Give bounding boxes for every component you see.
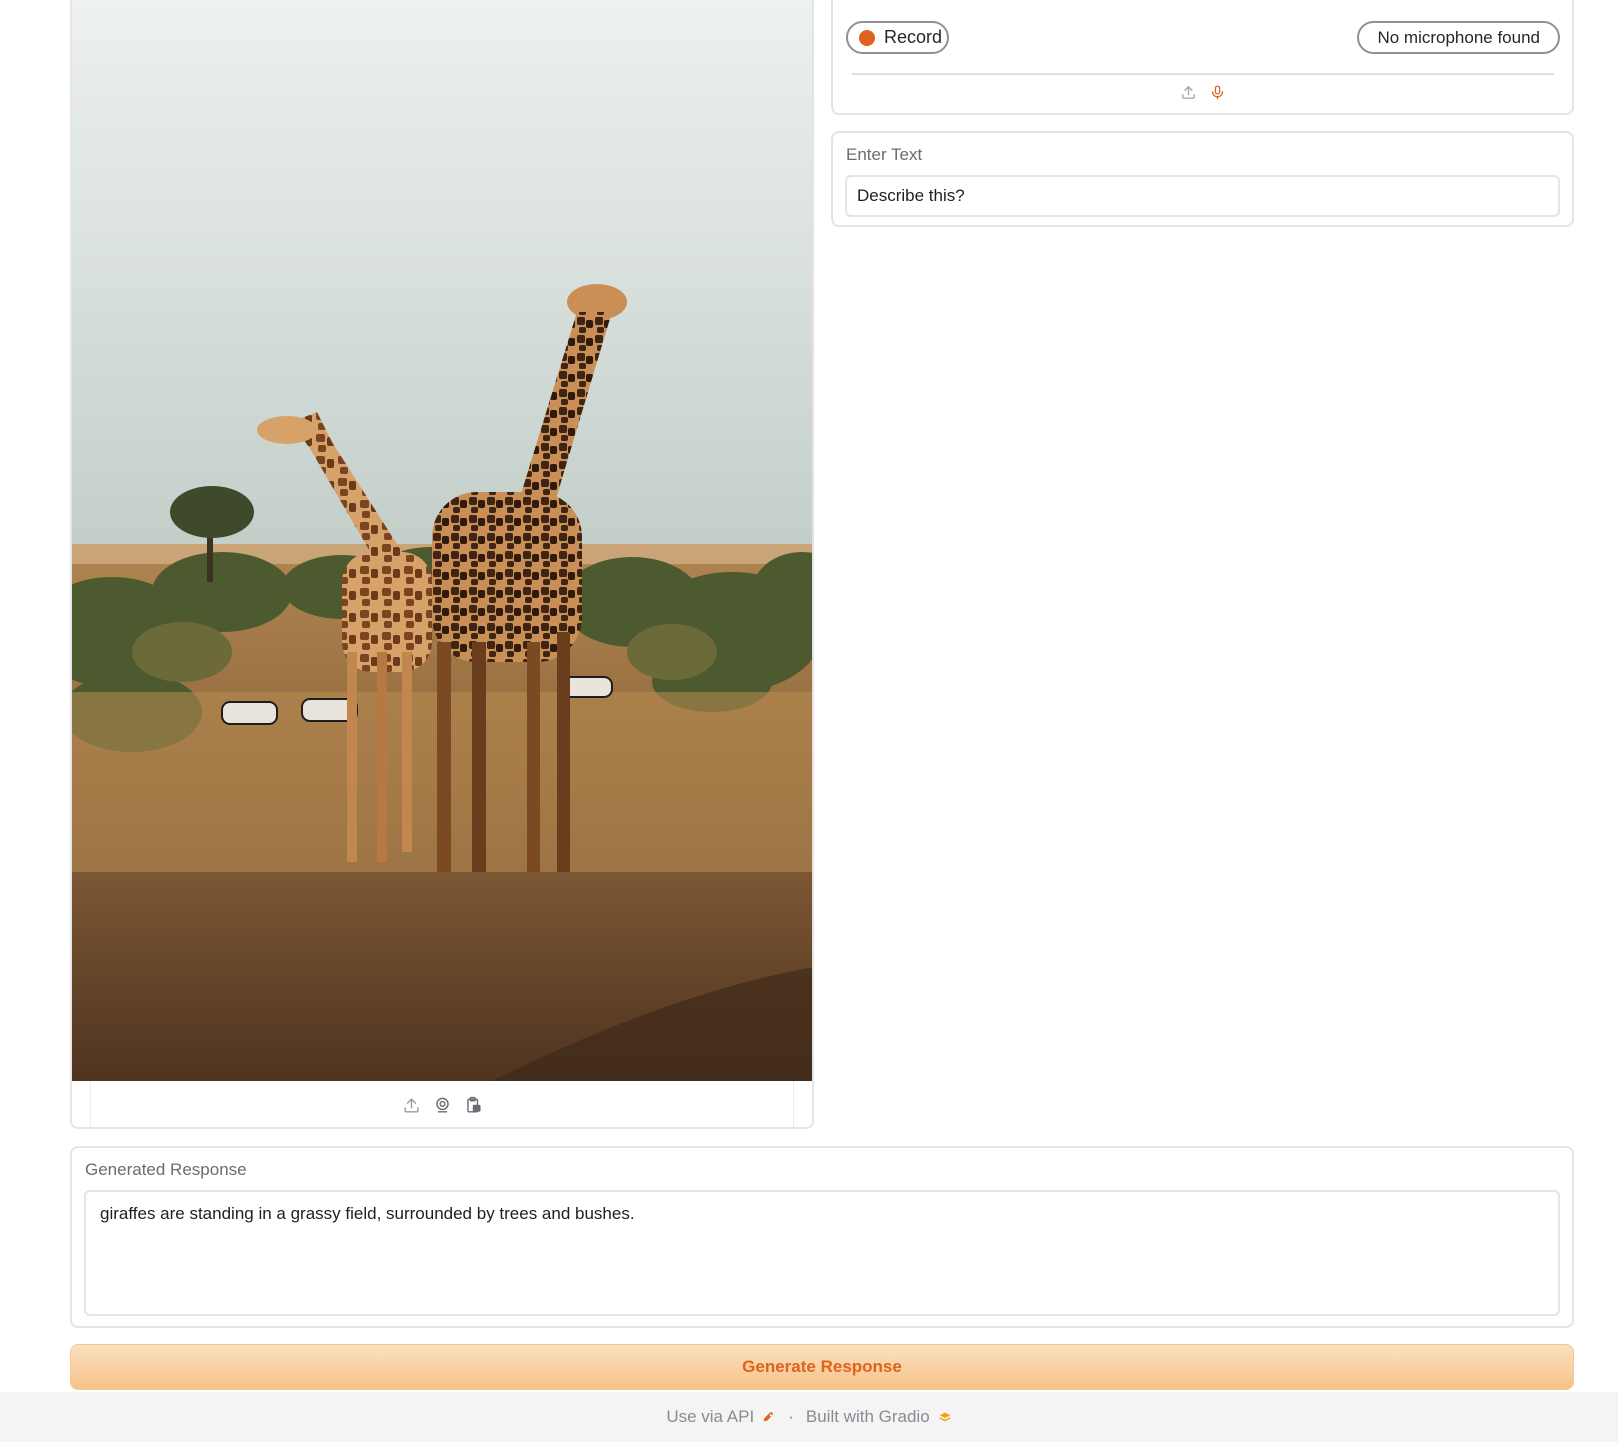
- built-with-gradio-label: Built with Gradio: [805, 1407, 930, 1426]
- record-label: Record: [884, 27, 943, 47]
- text-input[interactable]: [845, 175, 1560, 217]
- image-source-toolbar: [90, 1081, 794, 1127]
- upload-icon[interactable]: [402, 1096, 421, 1115]
- rocket-icon: [762, 1410, 776, 1424]
- webcam-icon[interactable]: [433, 1096, 452, 1115]
- upload-icon[interactable]: [1179, 83, 1198, 102]
- microphone-icon[interactable]: [1208, 83, 1227, 102]
- use-via-api-link[interactable]: Use via API: [666, 1407, 776, 1427]
- giraffe-photo[interactable]: [72, 0, 812, 1081]
- response-label: Generated Response: [85, 1160, 247, 1179]
- microphone-select-label: No microphone found: [1377, 27, 1540, 47]
- footer: Use via API · Built with Gradio: [0, 1392, 1618, 1442]
- record-dot-icon: [859, 29, 875, 46]
- built-with-gradio-link[interactable]: Built with Gradio: [806, 1407, 952, 1427]
- audio-divider: [852, 73, 1554, 75]
- clipboard-icon[interactable]: [464, 1096, 483, 1115]
- audio-source-toolbar: [833, 81, 1572, 103]
- microphone-select[interactable]: No microphone found: [1357, 21, 1560, 54]
- generate-response-button[interactable]: Generate Response: [70, 1344, 1574, 1390]
- generate-response-label: Generate Response: [742, 1357, 902, 1376]
- image-input-panel: [70, 0, 814, 1129]
- audio-input-panel: Record No microphone found: [831, 0, 1574, 115]
- response-panel: Generated Response giraffes are standing…: [70, 1146, 1574, 1328]
- footer-separator: ·: [788, 1407, 794, 1426]
- gradio-logo-icon: [938, 1410, 952, 1424]
- text-input-label: Enter Text: [846, 145, 923, 164]
- text-input-panel: Enter Text: [831, 131, 1574, 227]
- record-button[interactable]: Record: [846, 21, 950, 54]
- response-textbox[interactable]: giraffes are standing in a grassy field,…: [84, 1190, 1560, 1316]
- use-via-api-label: Use via API: [666, 1407, 755, 1426]
